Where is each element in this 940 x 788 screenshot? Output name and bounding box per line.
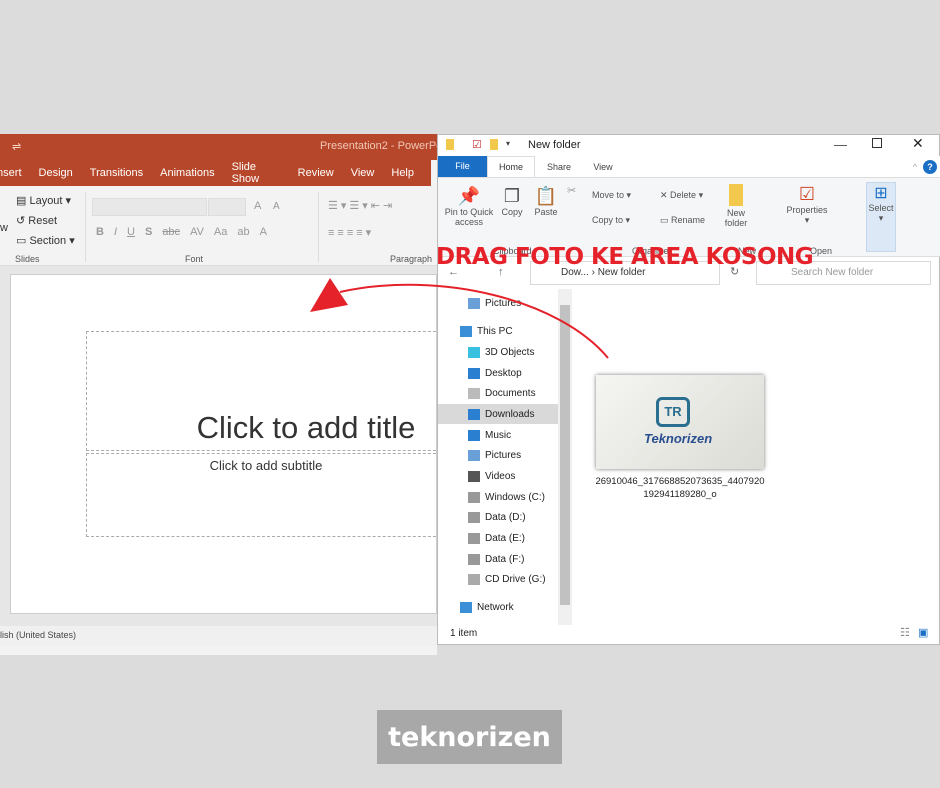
- arrow-head: [310, 278, 348, 312]
- drag-arrow: [310, 278, 609, 359]
- teknorizen-watermark: teknorizen: [377, 710, 562, 764]
- arrow-line: [339, 283, 609, 359]
- instruction-overlay: DRAG FOTO KE AREA KOSONG: [436, 244, 814, 270]
